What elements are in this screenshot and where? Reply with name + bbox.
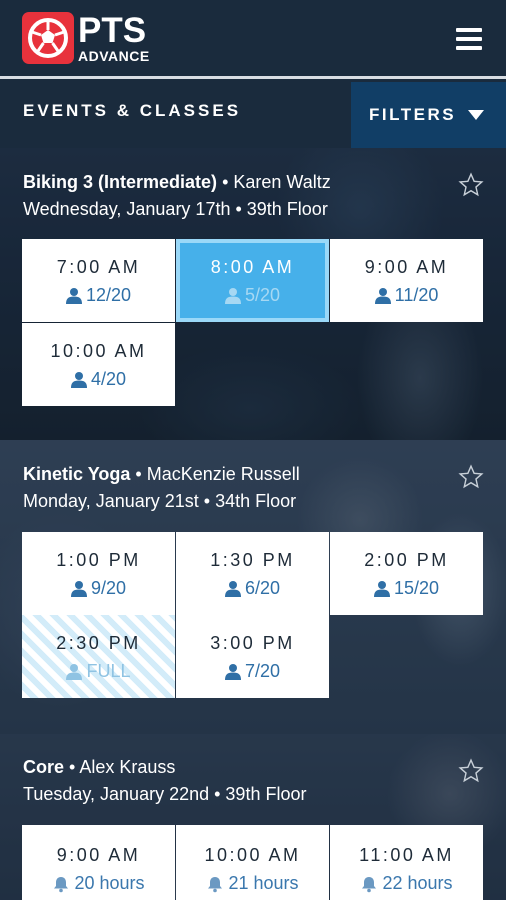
bell-icon — [208, 876, 223, 892]
slot-time: 10:00 AM — [204, 845, 301, 865]
separator-dot: • — [222, 172, 229, 192]
slot-countdown: 20 hours — [74, 873, 145, 893]
bell-icon — [54, 876, 69, 892]
slot-time: 9:00 AM — [364, 257, 449, 277]
page-title: EVENTS & CLASSES — [23, 101, 242, 120]
time-slot[interactable]: 7:00 AM 12/20 — [22, 239, 175, 322]
event-instructor: MacKenzie Russell — [146, 464, 300, 484]
person-icon — [70, 581, 87, 597]
time-slot[interactable]: 11:00 AM 22 hours — [330, 825, 483, 900]
event-title: Kinetic Yoga • MacKenzie Russell — [23, 464, 300, 485]
slot-time: 2:00 PM — [364, 550, 449, 570]
slot-time: 2:30 PM — [56, 633, 141, 653]
person-icon — [66, 664, 83, 680]
triangle-down-icon — [468, 110, 485, 120]
slot-capacity: FULL — [86, 661, 131, 681]
event-name: Kinetic Yoga — [23, 464, 131, 484]
person-icon — [70, 372, 87, 388]
person-icon — [224, 581, 241, 597]
app-logo[interactable]: PTS ADVANCE — [22, 12, 150, 64]
slot-capacity: 7/20 — [244, 661, 281, 681]
event-instructor: Karen Waltz — [233, 172, 331, 192]
slot-countdown: 21 hours — [228, 873, 299, 893]
time-slot[interactable]: 9:00 AM 20 hours — [22, 825, 175, 900]
filters-button[interactable]: FILTERS — [351, 82, 506, 148]
slot-time: 1:30 PM — [210, 550, 295, 570]
separator-dot: • — [69, 757, 76, 777]
time-slot[interactable]: 10:00 AM 21 hours — [176, 825, 329, 900]
time-slot[interactable]: 10:00 AM 4/20 — [22, 323, 175, 406]
person-icon — [373, 581, 390, 597]
slot-time: 9:00 AM — [56, 845, 141, 865]
event-title: Biking 3 (Intermediate) • Karen Waltz — [23, 172, 331, 193]
event-instructor: Alex Krauss — [79, 757, 176, 777]
time-slot-selected[interactable]: 8:00 AM 5/20 — [176, 239, 329, 322]
event-details: Tuesday, January 22nd • 39th Floor — [23, 784, 307, 804]
slot-time: 7:00 AM — [56, 257, 141, 277]
slot-capacity: 4/20 — [90, 369, 127, 389]
logo-main-text: PTS — [78, 11, 147, 50]
person-icon — [224, 288, 241, 304]
slot-time: 11:00 AM — [359, 845, 454, 865]
filters-label: FILTERS — [369, 105, 457, 124]
time-slot[interactable]: 1:30 PM 6/20 — [176, 532, 329, 615]
person-icon — [65, 288, 82, 304]
event-name: Core — [23, 757, 65, 777]
slot-capacity: 15/20 — [393, 578, 440, 598]
hamburger-menu-icon[interactable] — [456, 28, 482, 50]
slot-capacity: 9/20 — [90, 578, 127, 598]
time-slot[interactable]: 9:00 AM 11/20 — [330, 239, 483, 322]
slot-capacity: 11/20 — [394, 285, 439, 305]
slot-capacity: 12/20 — [85, 285, 132, 305]
event-details: Monday, January 21st • 34th Floor — [23, 491, 297, 511]
star-outline-icon[interactable] — [458, 758, 484, 784]
bell-icon — [362, 876, 377, 892]
time-slot[interactable]: 3:00 PM 7/20 — [176, 615, 329, 698]
time-slot[interactable]: 2:00 PM 15/20 — [330, 532, 483, 615]
slot-time: 8:00 AM — [210, 257, 295, 277]
time-slot-full: 2:30 PM FULL — [22, 615, 175, 698]
logo-sub-text: ADVANCE — [78, 48, 150, 64]
event-title: Core • Alex Krauss — [23, 757, 175, 778]
slot-countdown: 22 hours — [382, 873, 453, 893]
slot-time: 3:00 PM — [210, 633, 295, 653]
slot-time: 1:00 PM — [56, 550, 141, 570]
slot-capacity: 5/20 — [244, 285, 281, 305]
slot-capacity: 6/20 — [244, 578, 281, 598]
star-outline-icon[interactable] — [458, 172, 484, 198]
event-name: Biking 3 (Intermediate) — [23, 172, 218, 192]
time-slot[interactable]: 1:00 PM 9/20 — [22, 532, 175, 615]
soccer-ball-icon — [22, 12, 74, 64]
slot-time: 10:00 AM — [50, 341, 147, 361]
event-details: Wednesday, January 17th • 39th Floor — [23, 199, 328, 219]
separator-dot: • — [135, 464, 142, 484]
star-outline-icon[interactable] — [458, 464, 484, 490]
person-icon — [224, 664, 241, 680]
person-icon — [374, 288, 391, 304]
